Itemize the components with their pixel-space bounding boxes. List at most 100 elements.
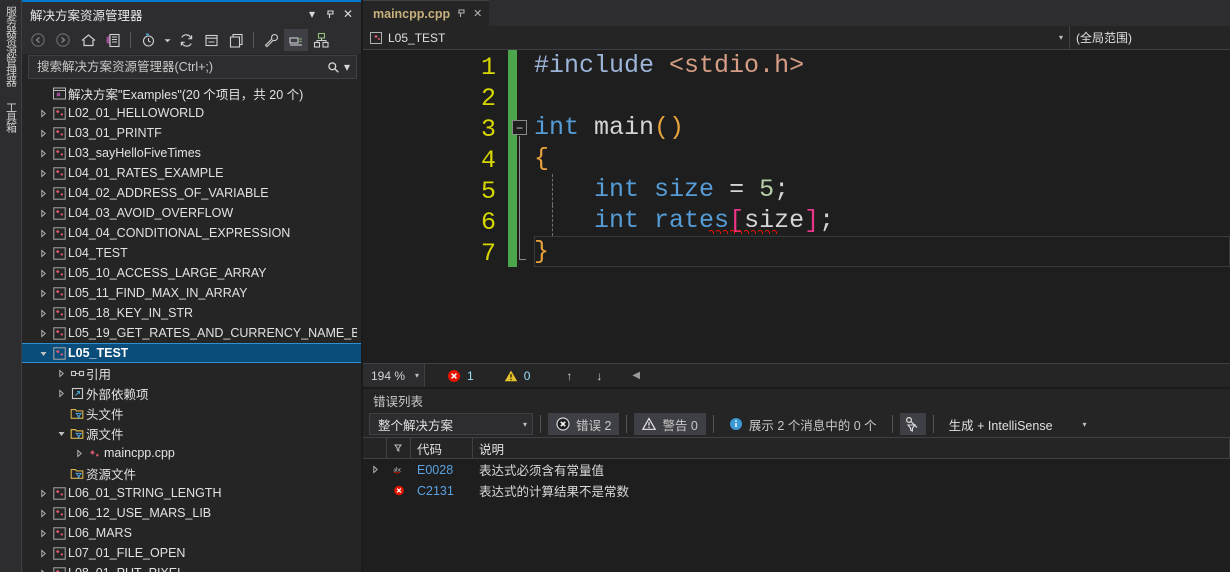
collapse-all-icon[interactable] [199,29,223,51]
tree-item-19[interactable]: L06_01_STRING_LENGTH [22,483,361,503]
pending-changes-icon[interactable] [136,29,160,51]
zoom-level-dropdown[interactable]: 194 % ▾ [363,363,425,388]
navbar-scope-dropdown[interactable]: (全局范围) [1070,26,1230,50]
tree-item-10[interactable]: L05_18_KEY_IN_STR [22,303,361,323]
solution-root-node[interactable]: 解决方案"Examples"(20 个项目，共 20 个) [22,83,361,103]
properties-icon[interactable] [259,29,283,51]
messages-filter-chip[interactable]: 展示 2 个消息中的 0 个 [721,413,885,435]
tree-item-9[interactable]: L05_11_FIND_MAX_IN_ARRAY [22,283,361,303]
arrow-down-icon[interactable]: ↓ [596,369,602,383]
chevron-down-icon[interactable]: ▾ [1083,420,1087,429]
tree-item-11[interactable]: L05_19_GET_RATES_AND_CURRENCY_NAME_BY_C [22,323,361,343]
forward-icon[interactable] [51,29,75,51]
warnings-filter-chip[interactable]: 警告 0 [634,413,706,435]
vertical-tab-toolbox[interactable]: 工具箱 [2,98,20,136]
code-editor[interactable]: 1234567 − #include <stdio.h> int main(){ … [363,50,1230,363]
fold-column[interactable]: − [508,50,532,363]
chevron-expanded-icon[interactable] [36,349,50,358]
chevron-collapsed-icon[interactable] [72,448,86,458]
chevron-down-icon[interactable]: ▾ [523,420,527,429]
pin-icon[interactable] [456,8,467,19]
chevron-collapsed-icon[interactable] [36,248,50,258]
chevron-collapsed-icon[interactable] [36,548,50,558]
chevron-collapsed-icon[interactable] [36,208,50,218]
chevron-collapsed-icon[interactable] [36,128,50,138]
tree-item-20[interactable]: L06_12_USE_MARS_LIB [22,503,361,523]
chevron-down-icon[interactable]: ▾ [1059,33,1063,42]
tree-item-16[interactable]: 源文件 [22,423,361,443]
tree-item-12[interactable]: L05_TEST [22,343,361,363]
refresh-icon[interactable] [174,29,198,51]
chevron-collapsed-icon[interactable] [36,168,50,178]
preview-selected-icon[interactable] [284,29,308,51]
error-list-rows[interactable]: abc E0028 表达式必须含有常量值 C2131 表达式的计算结果不是常数 [363,459,1230,572]
chevron-collapsed-icon[interactable] [36,268,50,278]
tree-item-23[interactable]: L08_01_PUT_PIXEL [22,563,361,572]
arrow-left-icon[interactable]: ◀ [632,370,640,381]
error-row-0[interactable]: abc E0028 表达式必须含有常量值 [363,459,1230,480]
vertical-tab-server-explorer[interactable]: 服务器资源管理器 [2,2,20,90]
tree-item-18[interactable]: 资源文件 [22,463,361,483]
tree-item-5[interactable]: L04_03_AVOID_OVERFLOW [22,203,361,223]
chevron-collapsed-icon[interactable] [36,508,50,518]
column-icon[interactable] [387,438,411,458]
search-input[interactable] [35,59,324,75]
tree-item-4[interactable]: L04_02_ADDRESS_OF_VARIABLE [22,183,361,203]
code-line-2[interactable] [534,81,1230,112]
chevron-down-icon[interactable]: ▾ [342,58,352,76]
editor-error-count[interactable]: 1 [425,369,484,383]
code-line-7[interactable]: } [534,236,1230,267]
chevron-expanded-icon[interactable] [54,429,68,438]
navbar-project-dropdown[interactable]: L05_TEST ▾ [363,26,1069,50]
prev-error-button[interactable]: ↑ [540,369,582,383]
tree-item-15[interactable]: 头文件 [22,403,361,423]
chevron-down-icon[interactable] [161,29,173,51]
chevron-collapsed-icon[interactable] [36,328,50,338]
editor-tab-maincpp[interactable]: maincpp.cpp ✕ [363,0,490,26]
code-text[interactable]: #include <stdio.h> int main(){ int size =… [532,50,1230,363]
tree-item-1[interactable]: L03_01_PRINTF [22,123,361,143]
chevron-collapsed-icon[interactable] [36,228,50,238]
chevron-collapsed-icon[interactable] [36,308,50,318]
errors-filter-chip[interactable]: 错误 2 [548,413,620,435]
filter-icon[interactable] [899,413,926,435]
build-intellisense-dropdown[interactable]: 生成 + IntelliSense ▾ [941,413,1095,435]
chevron-collapsed-icon[interactable] [363,465,387,474]
code-line-4[interactable]: { [534,143,1230,174]
tree-item-3[interactable]: L04_01_RATES_EXAMPLE [22,163,361,183]
tree-item-22[interactable]: L07_01_FILE_OPEN [22,543,361,563]
next-error-button[interactable]: ↓ [582,369,612,383]
tree-item-0[interactable]: L02_01_HELLOWORLD [22,103,361,123]
chevron-collapsed-icon[interactable] [54,368,68,378]
code-line-6[interactable]: int rates[size]; [534,205,1230,236]
show-all-files-icon[interactable] [224,29,248,51]
chevron-collapsed-icon[interactable] [36,528,50,538]
chevron-down-icon[interactable]: ▾ [303,5,321,23]
search-icon[interactable] [324,58,342,76]
solution-search-box[interactable]: ▾ [28,55,357,79]
arrow-up-icon[interactable]: ↑ [566,369,572,383]
error-code[interactable]: C2131 [411,484,473,498]
chevron-collapsed-icon[interactable] [54,388,68,398]
chevron-collapsed-icon[interactable] [36,288,50,298]
code-line-3[interactable]: int main() [534,112,1230,143]
chevron-collapsed-icon[interactable] [36,148,50,158]
expand-panel-button[interactable]: ◀ [612,370,650,381]
column-code[interactable]: 代码 [411,438,473,458]
home-icon[interactable] [76,29,100,51]
fold-toggle-icon[interactable]: − [512,120,527,135]
chevron-collapsed-icon[interactable] [36,108,50,118]
chevron-collapsed-icon[interactable] [36,188,50,198]
tree-item-8[interactable]: L05_10_ACCESS_LARGE_ARRAY [22,263,361,283]
back-icon[interactable] [26,29,50,51]
tree-item-21[interactable]: L06_MARS [22,523,361,543]
error-code[interactable]: E0028 [411,463,473,477]
tree-item-2[interactable]: L03_sayHelloFiveTimes [22,143,361,163]
class-view-icon[interactable] [309,29,333,51]
tree-item-7[interactable]: L04_TEST [22,243,361,263]
editor-warning-count[interactable]: 0 [484,369,541,383]
solution-view-icon[interactable] [101,29,125,51]
tree-item-6[interactable]: L04_04_CONDITIONAL_EXPRESSION [22,223,361,243]
error-row-1[interactable]: C2131 表达式的计算结果不是常数 [363,480,1230,501]
chevron-collapsed-icon[interactable] [36,488,50,498]
